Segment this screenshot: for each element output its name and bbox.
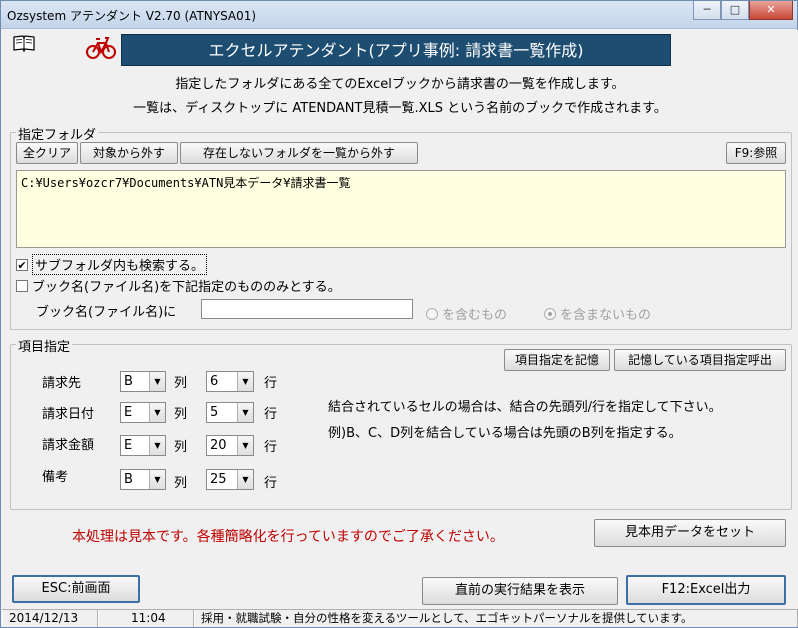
checkbox-unchecked-icon[interactable] xyxy=(16,279,28,292)
status-date: 2014/12/13 xyxy=(2,610,98,627)
app-window: Ozsystem アテンダント V2.70 (ATNYSA01) ─ □ ✕ エ… xyxy=(0,0,798,628)
close-button[interactable]: ✕ xyxy=(749,1,793,20)
window-controls: ─ □ ✕ xyxy=(693,1,793,20)
row-unit-label: 行 xyxy=(264,376,278,391)
column-unit-label: 列 xyxy=(174,440,188,455)
column-select-value: B xyxy=(124,472,133,487)
browse-button[interactable]: F9:参照 xyxy=(726,142,786,164)
window-title: Ozsystem アテンダント V2.70 (ATNYSA01) xyxy=(7,9,257,23)
radio-include[interactable]: を含むもの xyxy=(426,304,507,323)
row-select-value: 20 xyxy=(210,438,227,453)
chevron-down-icon[interactable]: ▼ xyxy=(149,470,165,489)
radio-exclude[interactable]: を含まないもの xyxy=(544,304,651,323)
merged-cell-note-2: 例)B、C、D列を結合している場合は先頭のB列を指定する。 xyxy=(328,426,682,441)
merged-cell-note-1: 結合されているセルの場合は、結合の先頭列/行を指定して下さい。 xyxy=(328,400,722,415)
chevron-down-icon[interactable]: ▼ xyxy=(149,436,165,455)
bookname-filter-label: ブック名(ファイル名)を下記指定のもののみとする。 xyxy=(32,280,341,295)
chevron-down-icon[interactable]: ▼ xyxy=(237,436,253,455)
set-sample-data-button[interactable]: 見本用データをセット xyxy=(594,519,786,547)
chevron-down-icon[interactable]: ▼ xyxy=(237,403,253,422)
back-button[interactable]: ESC:前画面 xyxy=(12,575,140,603)
item-label-remarks: 備考 xyxy=(42,470,69,485)
radio-unselected-icon[interactable] xyxy=(426,307,438,320)
main-content: エクセルアテンダント(アプリ事例: 請求書一覧作成) 指定したフォルダにある全て… xyxy=(2,30,798,627)
row-select-value: 5 xyxy=(210,405,219,420)
row-select-value: 25 xyxy=(210,472,227,487)
subfolder-checkbox[interactable]: ✔ サブフォルダ内も検索する。 xyxy=(16,254,208,275)
excel-output-button[interactable]: F12:Excel出力 xyxy=(626,575,786,605)
page-title-banner: エクセルアテンダント(アプリ事例: 請求書一覧作成) xyxy=(121,34,671,66)
status-time: 11:04 xyxy=(98,610,194,627)
chevron-down-icon[interactable]: ▼ xyxy=(237,372,253,391)
row-select-remarks[interactable]: 25 ▼ xyxy=(206,469,254,490)
bookname-input[interactable] xyxy=(201,299,413,319)
row-select-value: 6 xyxy=(210,374,219,389)
status-message: 採用・就職試験・自分の性格を変えるツールとして、エゴキットパーソナルを提供してい… xyxy=(194,610,798,627)
maximize-button[interactable]: □ xyxy=(721,1,749,20)
radio-selected-icon[interactable] xyxy=(544,307,556,320)
row-unit-label: 行 xyxy=(264,407,278,422)
column-unit-label: 列 xyxy=(174,407,188,422)
bicycle-icon xyxy=(86,37,116,59)
minimize-button[interactable]: ─ xyxy=(693,1,721,20)
column-select-remarks[interactable]: B ▼ xyxy=(120,469,166,490)
chevron-down-icon[interactable]: ▼ xyxy=(149,372,165,391)
show-last-result-button[interactable]: 直前の実行結果を表示 xyxy=(422,577,618,605)
column-unit-label: 列 xyxy=(174,376,188,391)
chevron-down-icon[interactable]: ▼ xyxy=(237,470,253,489)
remove-folder-button[interactable]: 対象から外す xyxy=(80,142,178,164)
bookname-filter-checkbox[interactable]: ブック名(ファイル名)を下記指定のもののみとする。 xyxy=(16,276,341,295)
item-label-billing-date: 請求日付 xyxy=(42,407,95,422)
bookname-field-label: ブック名(ファイル名)に xyxy=(36,305,177,320)
description-line-1: 指定したフォルダにある全てのExcelブックから請求書の一覧を作成します。 xyxy=(175,77,625,92)
radio-include-label: を含むもの xyxy=(442,308,508,323)
item-label-billing-to: 請求先 xyxy=(42,376,82,391)
column-unit-label: 列 xyxy=(174,476,188,491)
column-select-value: B xyxy=(124,374,133,389)
row-select-billing-to[interactable]: 6 ▼ xyxy=(206,371,254,392)
row-unit-label: 行 xyxy=(264,440,278,455)
column-select-billing-date[interactable]: E ▼ xyxy=(120,402,166,423)
clear-all-button[interactable]: 全クリア xyxy=(16,142,78,164)
row-unit-label: 行 xyxy=(264,476,278,491)
folder-path-list[interactable]: C:¥Users¥ozcr7¥Documents¥ATN見本データ¥請求書一覧 xyxy=(16,170,786,248)
checkbox-checked-icon[interactable]: ✔ xyxy=(16,258,28,271)
title-bar[interactable]: Ozsystem アテンダント V2.70 (ATNYSA01) ─ □ ✕ xyxy=(1,1,797,29)
chevron-down-icon[interactable]: ▼ xyxy=(149,403,165,422)
item-label-billing-amount: 請求金額 xyxy=(42,438,95,453)
radio-exclude-label: を含まないもの xyxy=(560,308,652,323)
sample-notice: 本処理は見本です。各種簡略化を行っていますのでご了承ください。 xyxy=(72,529,504,545)
column-select-value: E xyxy=(124,438,133,453)
column-select-billing-amount[interactable]: E ▼ xyxy=(120,435,166,456)
column-select-billing-to[interactable]: B ▼ xyxy=(120,371,166,392)
row-select-billing-date[interactable]: 5 ▼ xyxy=(206,402,254,423)
recall-items-button[interactable]: 記憶している項目指定呼出 xyxy=(614,349,786,371)
folder-path-item[interactable]: C:¥Users¥ozcr7¥Documents¥ATN見本データ¥請求書一覧 xyxy=(21,176,351,190)
remove-missing-folders-button[interactable]: 存在しないフォルダを一覧から外す xyxy=(180,142,418,164)
book-icon[interactable] xyxy=(12,34,36,52)
row-select-billing-amount[interactable]: 20 ▼ xyxy=(206,435,254,456)
folder-group-title: 指定フォルダ xyxy=(16,124,99,143)
save-items-button[interactable]: 項目指定を記憶 xyxy=(504,349,610,371)
status-bar: 2014/12/13 11:04 採用・就職試験・自分の性格を変えるツールとして… xyxy=(2,609,798,627)
description-line-2: 一覧は、ディスクトップに ATENDANT見積一覧.XLS という名前のブックで… xyxy=(133,101,667,116)
column-select-value: E xyxy=(124,405,133,420)
subfolder-label: サブフォルダ内も検索する。 xyxy=(32,254,208,275)
items-group-title: 項目指定 xyxy=(16,336,73,355)
